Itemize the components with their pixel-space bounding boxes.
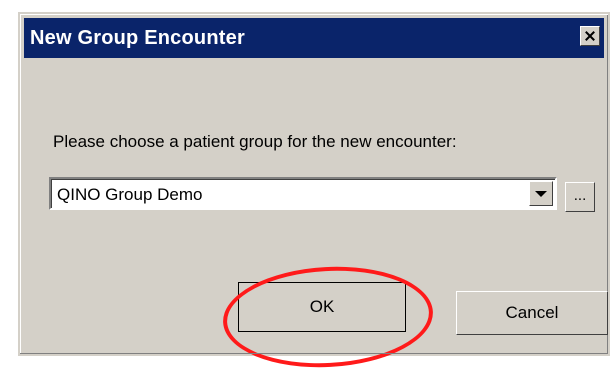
cancel-button-label: Cancel [505,303,559,322]
cancel-button[interactable]: Cancel [456,291,608,335]
title-bar: New Group Encounter [24,18,604,58]
ok-button-label: OK [309,297,335,316]
patient-group-select[interactable]: QINO Group Demo [49,177,557,210]
ok-button[interactable]: OK [238,282,406,332]
close-button[interactable] [580,26,600,46]
patient-group-prompt: Please choose a patient group for the ne… [53,132,457,151]
dialog-title: New Group Encounter [30,26,245,49]
chevron-down-icon [535,190,547,197]
browse-button[interactable]: ... [565,182,595,212]
selected-patient-group: QINO Group Demo [57,185,203,204]
close-icon [584,30,596,42]
dialog-bottom-edge [20,353,608,354]
new-group-encounter-dialog: New Group Encounter Please choose a pati… [18,12,610,372]
dropdown-button[interactable] [529,181,553,206]
